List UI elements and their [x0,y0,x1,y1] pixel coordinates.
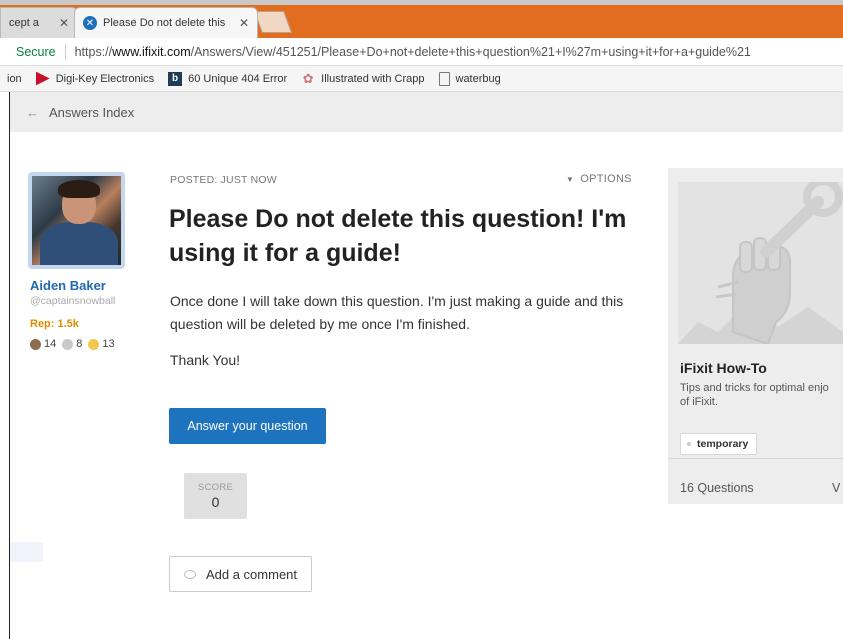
bookmark-label: Illustrated with Crapp [321,72,425,85]
add-comment-label: Add a comment [205,566,298,582]
left-highlight-block [10,542,43,562]
question-body: Once done I will take down this question… [170,293,624,332]
card-divider [668,458,843,459]
posted-timestamp: POSTED: JUST NOW [170,174,277,186]
score-label: SCORE [197,482,234,493]
author-handle: @captainsnowball [30,295,116,307]
bronze-dot-icon [30,338,41,350]
question-title: Please Do not delete this question! I'm … [169,205,627,267]
window-top-border [0,0,843,5]
address-bar[interactable]: Secure https://www.ifixit.com/Answers/Vi… [0,38,843,66]
silver-dot-icon [62,338,74,350]
category-card[interactable]: iFixit How-To Tips and tricks for optima… [668,168,843,504]
page-icon [438,71,450,86]
tab-close-icon[interactable]: ✕ [239,16,249,30]
score-box: SCORE 0 [184,473,247,519]
question-signoff: Thank You! [170,352,241,368]
ifixit-favicon-icon: ✕ [83,16,97,30]
bookmark-item[interactable]: ion [7,73,22,85]
comment-bubble-icon [183,569,196,579]
tab-label: Please Do not delete this [103,17,226,29]
bookmark-label: waterbug [455,72,501,85]
bookmarks-bar: ion Digi-Key Electronics b 60 Unique 404 … [0,66,843,92]
tab-label: cept a [9,17,39,29]
add-comment-button[interactable]: Add a comment [169,556,312,592]
bookmark-waterbug[interactable]: waterbug [438,71,501,86]
options-dropdown[interactable]: ▼ OPTIONS [566,173,632,185]
score-value: 0 [211,494,220,510]
gold-dot-icon [88,338,100,350]
address-separator [64,43,66,60]
avatar-shirt [40,222,118,265]
card-description-continued: of iFixit. [680,396,718,408]
back-arrow-icon[interactable]: ← [26,105,39,120]
tab-close-icon[interactable]: ✕ [59,16,69,30]
illustrated-icon: ✿ [302,70,314,86]
tag-dot-icon [687,442,691,446]
tab-previous[interactable]: cept a ✕ [0,7,78,38]
card-extra-link[interactable]: V [832,481,840,495]
badge-count: 14 [44,338,57,350]
tab-current[interactable]: ✕ Please Do not delete this ✕ [74,7,258,38]
bronze-badge: 14 [30,338,56,350]
card-title[interactable]: iFixit How-To [680,360,767,376]
answer-question-button[interactable]: Answer your question [169,408,326,444]
breadcrumb-link-answers-index[interactable]: Answers Index [49,105,134,120]
bookmark-label: Digi-Key Electronics [55,72,155,85]
silver-badge: 8 [62,338,82,350]
new-tab-button[interactable] [253,11,293,33]
url-prefix: https:// [74,44,113,59]
browser-tab-strip: cept a ✕ ✕ Please Do not delete this ✕ [0,0,843,38]
url-host: www.ifixit.com [112,44,191,59]
digikey-icon [35,71,50,86]
bookmark-digikey[interactable]: Digi-Key Electronics [35,71,155,86]
wrench-fist-illustration [678,182,843,344]
author-name[interactable]: Aiden Baker [30,278,106,293]
caret-down-icon: ▼ [566,175,575,184]
options-label: OPTIONS [580,173,632,185]
secure-label: Secure [16,44,56,59]
author-badges: 14 8 13 [30,338,121,350]
avatar-hair [58,180,100,198]
bookmark-label: 60 Unique 404 Error [188,72,288,85]
badge-count: 8 [76,338,83,350]
avatar[interactable] [28,172,125,269]
badge-count: 13 [102,338,115,350]
question-count[interactable]: 16 Questions [680,481,754,495]
bookmark-illustrated[interactable]: ✿ Illustrated with Crapp [301,70,425,86]
author-reputation: Rep: 1.5k [30,318,79,330]
bookmark-label: ion [7,72,22,85]
page-content: Aiden Baker @captainsnowball Rep: 1.5k 1… [10,132,843,639]
card-description: Tips and tricks for optimal enjo [680,382,829,394]
b-logo-icon: b [168,71,183,86]
url-path: /Answers/View/451251/Please+Do+not+delet… [190,44,751,59]
window-left-edge [0,92,10,639]
tag-temporary[interactable]: temporary [680,433,758,455]
gold-badge: 13 [88,338,115,350]
breadcrumb: ← Answers Index [10,92,843,132]
bookmark-404[interactable]: b 60 Unique 404 Error [168,71,288,86]
wrench-fist-icon [678,182,843,344]
url-text[interactable]: https://www.ifixit.com/Answers/View/4512… [75,45,751,59]
tag-label: temporary [697,438,749,450]
